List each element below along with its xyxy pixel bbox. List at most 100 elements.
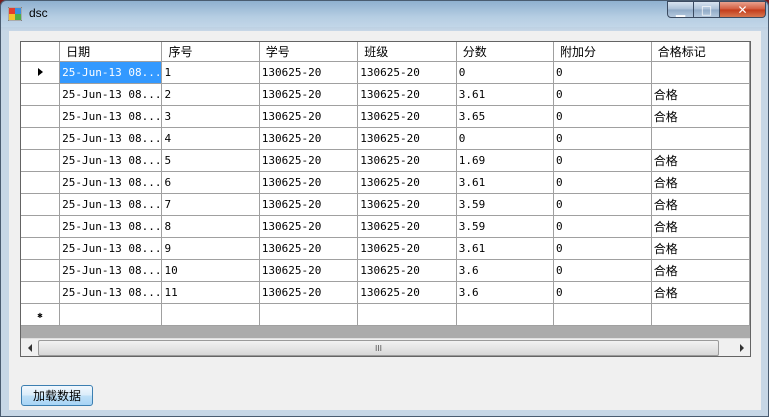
cell-class[interactable]: 130625-20: [357, 127, 457, 150]
cell-seq[interactable]: 1: [161, 61, 260, 84]
cell-date[interactable]: 25-Jun-13 08...: [59, 127, 163, 150]
cell-pass-mark[interactable]: 合格: [651, 215, 750, 238]
cell-score[interactable]: 3.61: [456, 171, 555, 194]
cell-seq[interactable]: 9: [161, 237, 260, 260]
scroll-left-button[interactable]: [21, 339, 38, 356]
cell-bonus[interactable]: 0: [553, 237, 652, 260]
cell-seq[interactable]: 7: [161, 193, 260, 216]
cell-class[interactable]: 130625-20: [357, 105, 457, 128]
cell-bonus[interactable]: 0: [553, 83, 652, 106]
cell-score[interactable]: 3.61: [456, 237, 555, 260]
cell-student-id[interactable]: 130625-20: [259, 105, 359, 128]
cell-class[interactable]: 130625-20: [357, 149, 457, 172]
load-data-button[interactable]: 加载数据: [21, 385, 93, 406]
cell-bonus[interactable]: 0: [553, 281, 652, 304]
cell-pass-mark[interactable]: 合格: [651, 281, 750, 304]
table-row[interactable]: 25-Jun-13 08... 11 130625-20 130625-20 3.6 0 合…: [21, 281, 750, 304]
cell-bonus[interactable]: 0: [553, 259, 652, 282]
new-row-cell[interactable]: [259, 303, 359, 326]
cell-class[interactable]: 130625-20: [357, 61, 457, 84]
cell-seq[interactable]: 10: [161, 259, 260, 282]
row-header-cell[interactable]: [21, 149, 61, 172]
close-button[interactable]: ✕: [720, 1, 766, 18]
cell-bonus[interactable]: 0: [553, 149, 652, 172]
cell-date[interactable]: 25-Jun-13 08...: [59, 149, 163, 172]
new-row-cell[interactable]: [456, 303, 555, 326]
cell-date[interactable]: 25-Jun-13 08...: [59, 171, 163, 194]
cell-pass-mark[interactable]: 合格: [651, 237, 750, 260]
cell-date[interactable]: 25-Jun-13 08...: [59, 237, 163, 260]
cell-class[interactable]: 130625-20: [357, 171, 457, 194]
cell-score[interactable]: 3.61: [456, 83, 555, 106]
table-row[interactable]: 25-Jun-13 08... 4 130625-20 130625-20 0 0: [21, 127, 750, 150]
cell-seq[interactable]: 11: [161, 281, 260, 304]
row-header-cell[interactable]: [21, 193, 61, 216]
title-bar[interactable]: dsc ▁ □ ✕: [1, 1, 768, 27]
cell-seq[interactable]: 8: [161, 215, 260, 238]
cell-score[interactable]: 3.59: [456, 193, 555, 216]
cell-student-id[interactable]: 130625-20: [259, 281, 359, 304]
row-header-cell[interactable]: [21, 281, 61, 304]
row-header-cell[interactable]: [21, 61, 61, 84]
cell-date[interactable]: 25-Jun-13 08...: [59, 259, 163, 282]
cell-pass-mark[interactable]: 合格: [651, 83, 750, 106]
cell-date[interactable]: 25-Jun-13 08...: [59, 193, 163, 216]
horizontal-scrollbar[interactable]: III: [21, 338, 750, 356]
table-row[interactable]: 25-Jun-13 08... 6 130625-20 130625-20 3.61 0 合…: [21, 171, 750, 194]
cell-score[interactable]: 3.6: [456, 281, 555, 304]
table-row[interactable]: 25-Jun-13 08... 9 130625-20 130625-20 3.61 0 合…: [21, 237, 750, 260]
cell-class[interactable]: 130625-20: [357, 281, 457, 304]
new-row-cell[interactable]: [651, 303, 750, 326]
column-header-pass-mark[interactable]: 合格标记: [651, 42, 750, 62]
table-row[interactable]: 25-Jun-13 08... 1 130625-20 130625-20 0 0: [21, 61, 750, 84]
row-header-cell[interactable]: [21, 237, 61, 260]
new-row-cell[interactable]: [161, 303, 260, 326]
cell-student-id[interactable]: 130625-20: [259, 215, 359, 238]
cell-student-id[interactable]: 130625-20: [259, 149, 359, 172]
cell-seq[interactable]: 4: [161, 127, 260, 150]
cell-pass-mark[interactable]: 合格: [651, 105, 750, 128]
cell-pass-mark[interactable]: 合格: [651, 259, 750, 282]
cell-seq[interactable]: 2: [161, 83, 260, 106]
cell-seq[interactable]: 6: [161, 171, 260, 194]
row-header-cell[interactable]: [21, 259, 61, 282]
row-header-cell[interactable]: [21, 83, 61, 106]
cell-date[interactable]: 25-Jun-13 08...: [59, 215, 163, 238]
column-header-class[interactable]: 班级: [357, 42, 457, 62]
cell-date[interactable]: 25-Jun-13 08...: [59, 281, 163, 304]
column-header-seq[interactable]: 序号: [161, 42, 260, 62]
cell-score[interactable]: 1.69: [456, 149, 555, 172]
row-header-cell[interactable]: [21, 105, 61, 128]
new-row-cell[interactable]: [553, 303, 652, 326]
cell-student-id[interactable]: 130625-20: [259, 127, 359, 150]
cell-seq[interactable]: 3: [161, 105, 260, 128]
cell-bonus[interactable]: 0: [553, 105, 652, 128]
cell-seq[interactable]: 5: [161, 149, 260, 172]
cell-pass-mark[interactable]: 合格: [651, 149, 750, 172]
cell-class[interactable]: 130625-20: [357, 193, 457, 216]
column-header-bonus[interactable]: 附加分: [553, 42, 652, 62]
cell-class[interactable]: 130625-20: [357, 215, 457, 238]
top-left-header-cell[interactable]: [21, 42, 61, 62]
cell-score[interactable]: 0: [456, 127, 555, 150]
cell-date[interactable]: 25-Jun-13 08...: [59, 105, 163, 128]
column-header-score[interactable]: 分数: [456, 42, 555, 62]
cell-score[interactable]: 3.6: [456, 259, 555, 282]
scroll-thumb[interactable]: III: [38, 340, 719, 356]
new-row-cell[interactable]: [357, 303, 457, 326]
row-header-cell[interactable]: [21, 215, 61, 238]
table-row[interactable]: 25-Jun-13 08... 7 130625-20 130625-20 3.59 0 合…: [21, 193, 750, 216]
cell-score[interactable]: 0: [456, 61, 555, 84]
data-grid[interactable]: 日期 序号 学号 班级 分数 附加分 合格标记 25-Jun-13 08... 1…: [20, 41, 751, 357]
column-header-student-id[interactable]: 学号: [259, 42, 359, 62]
row-header-cell[interactable]: [21, 171, 61, 194]
cell-student-id[interactable]: 130625-20: [259, 83, 359, 106]
cell-student-id[interactable]: 130625-20: [259, 237, 359, 260]
cell-score[interactable]: 3.59: [456, 215, 555, 238]
cell-bonus[interactable]: 0: [553, 171, 652, 194]
cell-bonus[interactable]: 0: [553, 215, 652, 238]
cell-score[interactable]: 3.65: [456, 105, 555, 128]
maximize-button[interactable]: □: [694, 1, 720, 18]
cell-pass-mark[interactable]: 合格: [651, 193, 750, 216]
row-header-cell[interactable]: [21, 127, 61, 150]
